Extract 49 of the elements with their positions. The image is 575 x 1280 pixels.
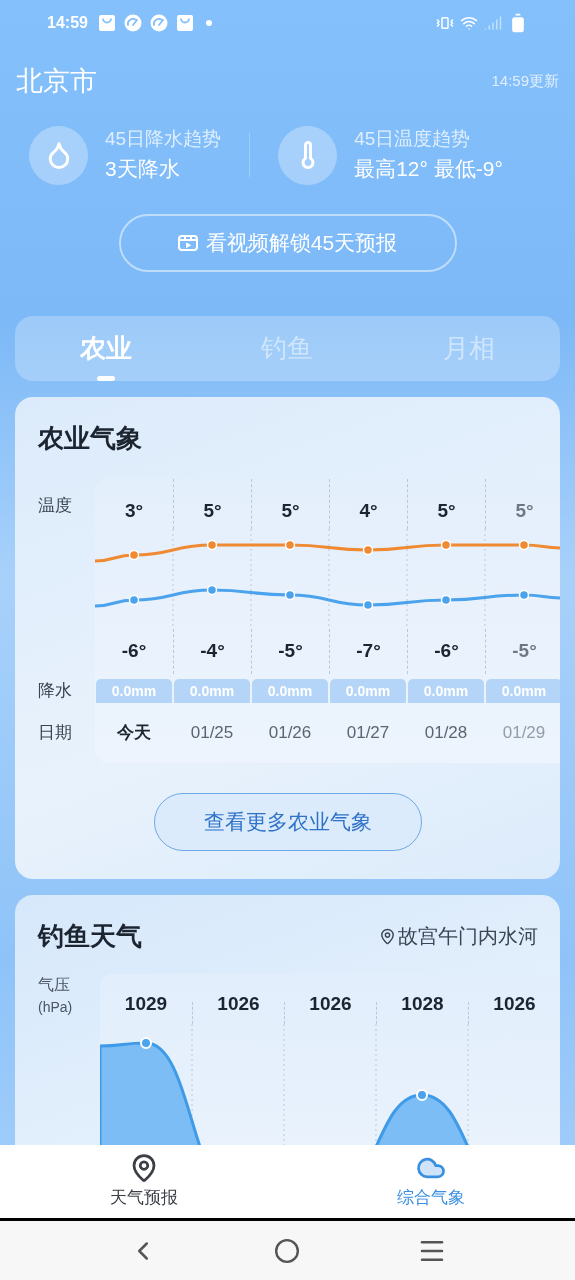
row-label: 温度	[38, 496, 72, 515]
precipitation-chip: 0.0mm	[252, 679, 328, 703]
tab[interactable]: 农业	[15, 316, 197, 381]
pressure-value: 1029	[124, 991, 168, 1016]
row-label: 降水	[38, 680, 72, 703]
precipitation-chip: 0.0mm	[486, 679, 560, 703]
trend-title: 45日降水趋势	[105, 127, 222, 151]
card-title: 农业气象	[38, 422, 142, 455]
nav-item[interactable]: 综合气象	[287, 1145, 575, 1218]
high-temp: 5°	[281, 498, 300, 523]
card-title: 钓鱼天气	[38, 920, 142, 953]
date-label: 01/29	[502, 722, 546, 745]
nav-item[interactable]: 天气预报	[0, 1145, 288, 1218]
date-label: 01/26	[268, 722, 312, 745]
unlock-button[interactable]: 看视频解锁45天预报	[118, 214, 457, 272]
axis-label: 气压	[38, 975, 71, 995]
update-time: 14:59更新	[491, 70, 559, 91]
pressure-value: 1026	[217, 991, 260, 1016]
status-time: 14:59	[47, 13, 88, 33]
pressure-value: 1028	[401, 991, 444, 1016]
low-temp: -5°	[278, 639, 303, 664]
high-temp: 3°	[124, 498, 144, 523]
high-temp: 5°	[203, 498, 222, 523]
axis-unit: (hPa)	[38, 998, 74, 1017]
location-name: 故宫午门内水河	[398, 924, 538, 949]
high-temp: 5°	[437, 498, 456, 523]
low-temp: -7°	[356, 639, 381, 664]
precipitation-chip: 0.0mm	[330, 679, 406, 703]
low-temp: -6°	[121, 639, 147, 664]
row-label: 日期	[38, 722, 72, 745]
low-temp: -5°	[512, 639, 537, 664]
precipitation-chip: 0.0mm	[174, 679, 250, 703]
precipitation-chip: 0.0mm	[96, 679, 172, 703]
pressure-value: 1026	[493, 991, 536, 1016]
trend-value: 最高12° 最低-9°	[354, 156, 503, 182]
trend-value: 3天降水	[105, 156, 181, 182]
high-temp: 5°	[515, 498, 534, 523]
date-label: 01/28	[424, 722, 468, 745]
precipitation-chip: 0.0mm	[408, 679, 484, 703]
date-label: 01/27	[346, 722, 390, 745]
date-label: 01/25	[190, 722, 234, 745]
city-name: 北京市	[16, 64, 97, 98]
high-temp: 4°	[359, 498, 378, 523]
low-temp: -6°	[434, 639, 459, 664]
date-label: 今天	[117, 722, 151, 745]
trend-title: 45日温度趋势	[354, 127, 472, 151]
more-button[interactable]: 查看更多农业气象	[153, 793, 422, 851]
low-temp: -4°	[200, 639, 225, 664]
pressure-value: 1026	[309, 991, 352, 1016]
